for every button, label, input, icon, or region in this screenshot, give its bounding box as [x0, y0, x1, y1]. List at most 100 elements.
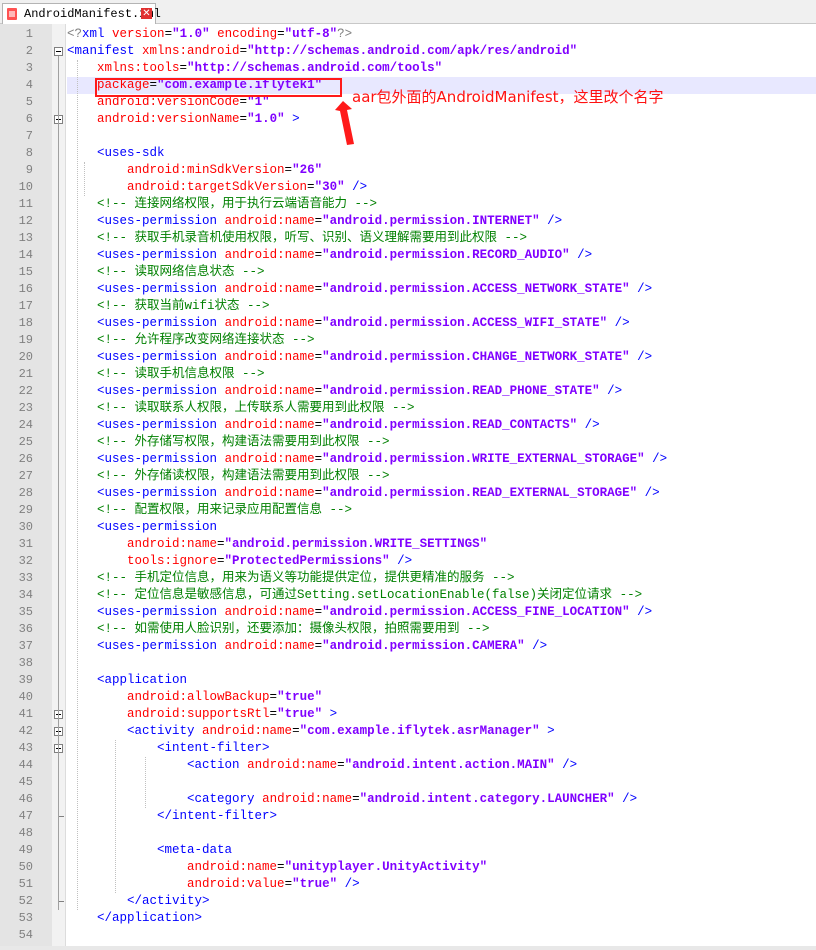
- code-line[interactable]: <uses-permission android:name="android.p…: [67, 417, 600, 434]
- code-line[interactable]: <uses-permission android:name="android.p…: [67, 485, 660, 502]
- code-token: />: [397, 554, 413, 568]
- code-line[interactable]: android:supportsRtl="true" >: [67, 706, 337, 723]
- code-line[interactable]: <intent-filter>: [67, 740, 270, 757]
- code-line[interactable]: <!-- 读取联系人权限，上传联系人需要用到此权限 -->: [67, 400, 415, 417]
- code-line[interactable]: <uses-permission android:name="android.p…: [67, 349, 652, 366]
- fold-toggle-icon[interactable]: [54, 47, 63, 56]
- line-number: 10: [18, 180, 33, 194]
- code-line[interactable]: <?xml version="1.0" encoding="utf-8"?>: [67, 26, 352, 43]
- annotation-text: aar包外面的AndroidManifest，这里改个名字: [352, 88, 664, 106]
- tab-bar: AndroidManifest.xml ✕: [0, 0, 816, 24]
- code-line[interactable]: <uses-permission: [67, 519, 217, 536]
- code-line[interactable]: <uses-permission android:name="android.p…: [67, 247, 592, 264]
- code-line[interactable]: <uses-permission android:name="android.p…: [67, 383, 622, 400]
- code-line[interactable]: android:name="android.permission.WRITE_S…: [67, 536, 487, 553]
- code-line[interactable]: <action android:name="android.intent.act…: [67, 757, 577, 774]
- code-line[interactable]: <category android:name="android.intent.c…: [67, 791, 637, 808]
- file-tab[interactable]: AndroidManifest.xml ✕: [2, 3, 161, 24]
- code-line[interactable]: <uses-permission android:name="android.p…: [67, 604, 652, 621]
- code-token: "30": [314, 180, 345, 194]
- xml-file-icon: [7, 8, 17, 20]
- code-line[interactable]: <manifest xmlns:android="http://schemas.…: [67, 43, 577, 60]
- code-line[interactable]: android:versionName="1.0" >: [67, 111, 300, 128]
- code-token: tools:ignore: [127, 554, 218, 568]
- code-editor[interactable]: 1 2 3 4 5 6 7 8 9 10 11 12 13 14 15 16 17 18 19 20 21 22 23 24 2…: [0, 24, 816, 946]
- code-token: android:supportsRtl: [127, 707, 270, 721]
- line-number: 13: [18, 231, 33, 245]
- code-line[interactable]: <!-- 读取网络信息状态 -->: [67, 264, 265, 281]
- code-line[interactable]: <application: [67, 672, 187, 689]
- code-line[interactable]: <!-- 定位信息是敏感信息，可通过Setting.setLocationEna…: [67, 587, 642, 604]
- code-line[interactable]: <activity android:name="com.example.ifly…: [67, 723, 555, 740]
- code-line[interactable]: </application>: [67, 910, 202, 927]
- line-number: 19: [18, 333, 33, 347]
- code-token: <uses-permission: [97, 316, 218, 330]
- code-line[interactable]: <uses-permission android:name="android.p…: [67, 638, 547, 655]
- code-line[interactable]: <meta-data: [67, 842, 232, 859]
- code-token: android:name: [224, 350, 315, 364]
- code-line[interactable]: android:value="true" />: [67, 876, 360, 893]
- code-token: <!-- 获取手机录音机使用权限，听写、识别、语义理解需要用到此权限 -->: [97, 231, 528, 245]
- code-token: =: [314, 350, 323, 364]
- code-token: android:name: [187, 860, 278, 874]
- code-line[interactable]: <!-- 读取手机信息权限 -->: [67, 366, 265, 383]
- line-number: 7: [25, 129, 33, 143]
- code-line[interactable]: <!-- 连接网络权限，用于执行云端语音能力 -->: [67, 196, 377, 213]
- code-line[interactable]: <!-- 如需使用人脸识别，还要添加：摄像头权限，拍照需要用到 -->: [67, 621, 490, 638]
- code-token: />: [344, 877, 360, 891]
- code-line[interactable]: <!-- 获取当前wifi状态 -->: [67, 298, 270, 315]
- line-number: 51: [18, 877, 33, 891]
- code-line[interactable]: <uses-permission android:name="android.p…: [67, 281, 652, 298]
- code-line[interactable]: <!-- 外存储读权限，构建语法需要用到此权限 -->: [67, 468, 390, 485]
- code-line[interactable]: android:targetSdkVersion="30" />: [67, 179, 367, 196]
- code-line[interactable]: </intent-filter>: [67, 808, 277, 825]
- code-line[interactable]: <!-- 配置权限，用来记录应用配置信息 -->: [67, 502, 352, 519]
- line-number: 48: [18, 826, 33, 840]
- code-token: <!-- 外存储写权限，构建语法需要用到此权限 -->: [97, 435, 390, 449]
- code-line[interactable]: xmlns:tools="http://schemas.android.com/…: [67, 60, 442, 77]
- code-line[interactable]: <uses-permission android:name="android.p…: [67, 451, 667, 468]
- code-line[interactable]: </activity>: [67, 893, 210, 910]
- code-area[interactable]: <?xml version="1.0" encoding="utf-8"?> <m…: [67, 24, 816, 946]
- code-line[interactable]: android:name="unityplayer.UnityActivity": [67, 859, 487, 876]
- code-token: <!-- 连接网络权限，用于执行云端语音能力 -->: [97, 197, 378, 211]
- line-number: 28: [18, 486, 33, 500]
- code-token: =: [239, 44, 248, 58]
- line-number: 30: [18, 520, 33, 534]
- code-token: android:name: [247, 758, 338, 772]
- code-line[interactable]: android:minSdkVersion="26": [67, 162, 322, 179]
- code-token: =: [314, 605, 323, 619]
- code-token: <!-- 读取网络信息状态 -->: [97, 265, 265, 279]
- code-line[interactable]: <uses-permission android:name="android.p…: [67, 213, 562, 230]
- code-line[interactable]: <uses-permission android:name="android.p…: [67, 315, 630, 332]
- code-line[interactable]: <!-- 允许程序改变网络连接状态 -->: [67, 332, 315, 349]
- code-token: </application>: [97, 911, 203, 925]
- code-line[interactable]: <uses-sdk: [67, 145, 165, 162]
- code-line[interactable]: <!-- 获取手机录音机使用权限，听写、识别、语义理解需要用到此权限 -->: [67, 230, 527, 247]
- code-line[interactable]: tools:ignore="ProtectedPermissions" />: [67, 553, 412, 570]
- code-token: "1": [247, 95, 270, 109]
- horizontal-scrollbar[interactable]: [0, 946, 816, 950]
- code-line[interactable]: android:allowBackup="true": [67, 689, 322, 706]
- close-icon[interactable]: ✕: [141, 8, 152, 19]
- indent-guide: [114, 740, 116, 893]
- code-line[interactable]: <!-- 外存储写权限，构建语法需要用到此权限 -->: [67, 434, 390, 451]
- code-line[interactable]: <!-- 手机定位信息，用来为语义等功能提供定位，提供更精准的服务 -->: [67, 570, 515, 587]
